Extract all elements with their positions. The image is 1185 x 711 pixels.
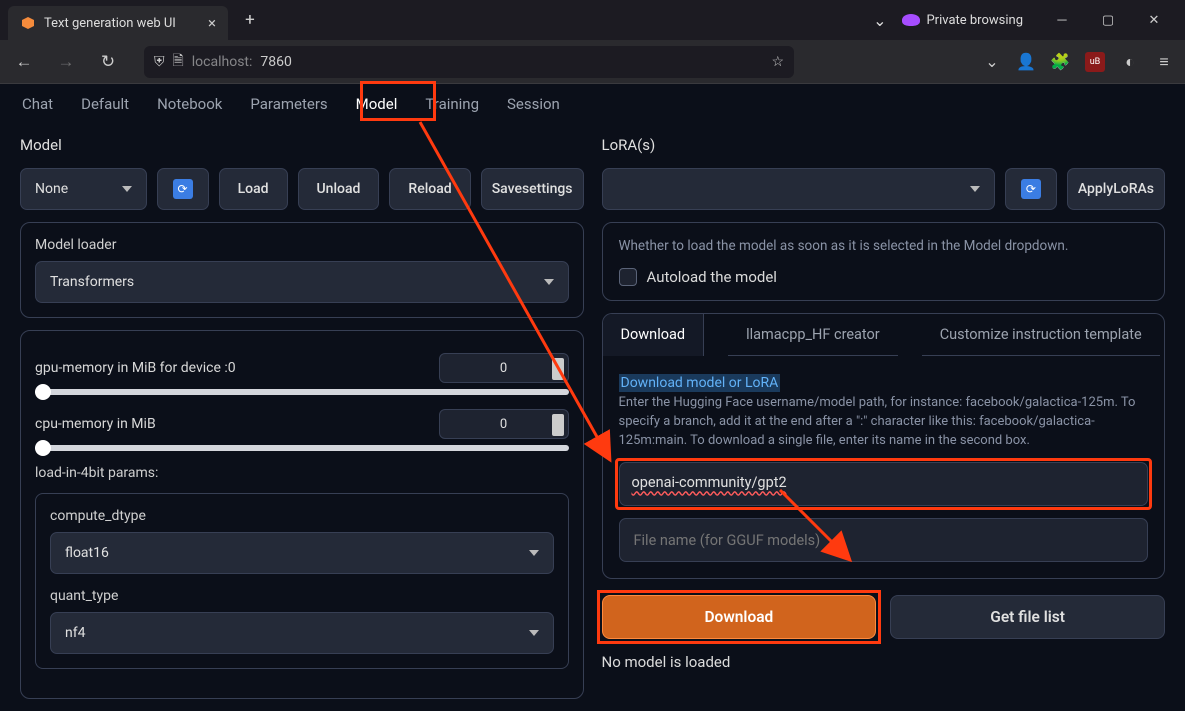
autoload-checkbox[interactable] bbox=[619, 268, 637, 286]
account-icon[interactable]: 👤 bbox=[1017, 53, 1035, 71]
subtab-llamacpp[interactable]: llamacpp_HF creator bbox=[728, 314, 898, 356]
url-port: 7860 bbox=[260, 54, 291, 70]
app-tab-bar: Chat Default Notebook Parameters Model T… bbox=[0, 84, 1185, 124]
load-button[interactable]: Load bbox=[219, 168, 288, 210]
tab-session[interactable]: Session bbox=[507, 87, 560, 121]
pocket-icon[interactable]: ⌄ bbox=[983, 53, 1001, 71]
autoload-info-text: Whether to load the model as soon as it … bbox=[619, 237, 1149, 256]
model-path-input[interactable]: openai-community/gpt2 bbox=[619, 462, 1149, 506]
download-desc: Enter the Hugging Face username/model pa… bbox=[619, 394, 1149, 451]
close-icon[interactable]: × bbox=[208, 14, 216, 32]
unload-button[interactable]: Unload bbox=[298, 168, 380, 210]
tab-model[interactable]: Model bbox=[356, 87, 398, 121]
browser-tab[interactable]: Text generation web UI × bbox=[8, 6, 228, 40]
model-loader-dropdown[interactable]: Transformers bbox=[35, 261, 569, 303]
tab-default[interactable]: Default bbox=[81, 87, 129, 121]
tab-title: Text generation web UI bbox=[44, 16, 176, 31]
gpu-memory-label: gpu-memory in MiB for device :0 bbox=[35, 360, 236, 376]
refresh-models-button[interactable]: ⟳ bbox=[157, 168, 209, 210]
url-host: localhost: bbox=[192, 54, 253, 70]
model-loader-panel: Model loader Transformers bbox=[20, 222, 584, 318]
app-menu-icon[interactable]: ≡ bbox=[1155, 53, 1173, 71]
cpu-memory-label: cpu-memory in MiB bbox=[35, 416, 156, 432]
browser-toolbar: ← → ↻ ⛨ 🗎 localhost: 7860 ☆ ⌄ 👤 🧩 uB ◐ ≡ bbox=[0, 40, 1185, 84]
refresh-loras-button[interactable]: ⟳ bbox=[1005, 168, 1057, 210]
gpu-memory-slider[interactable] bbox=[35, 389, 569, 395]
subtab-download[interactable]: Download bbox=[603, 314, 705, 356]
close-window-button[interactable]: ✕ bbox=[1131, 0, 1177, 40]
cpu-memory-slider[interactable] bbox=[35, 445, 569, 451]
tab-notebook[interactable]: Notebook bbox=[157, 87, 222, 121]
quant-type-label: quant_type bbox=[50, 588, 554, 604]
new-tab-button[interactable]: + bbox=[236, 6, 264, 34]
maximize-button[interactable]: ▢ bbox=[1085, 0, 1131, 40]
bookmark-star-icon[interactable]: ☆ bbox=[771, 54, 784, 70]
lora-dropdown[interactable] bbox=[602, 168, 995, 210]
memory-panel: gpu-memory in MiB for device :0 0 cpu-me… bbox=[20, 330, 584, 699]
get-file-list-button[interactable]: Get file list bbox=[890, 595, 1165, 639]
tab-training[interactable]: Training bbox=[425, 87, 479, 121]
ublock-icon[interactable]: uB bbox=[1085, 52, 1105, 72]
tab-parameters[interactable]: Parameters bbox=[250, 87, 327, 121]
download-subtabs: Download llamacpp_HF creator Customize i… bbox=[602, 313, 1166, 356]
compute-dtype-label: compute_dtype bbox=[50, 508, 554, 524]
fourbit-panel: compute_dtype float16 quant_type nf4 bbox=[35, 493, 569, 669]
model-loader-label: Model loader bbox=[35, 237, 569, 253]
autoload-panel: Whether to load the model as soon as it … bbox=[602, 222, 1166, 301]
tab-favicon bbox=[20, 15, 36, 31]
download-button[interactable]: Download bbox=[602, 595, 877, 639]
private-browsing-badge: Private browsing bbox=[902, 13, 1023, 28]
tab-chat[interactable]: Chat bbox=[22, 87, 53, 121]
mask-icon bbox=[902, 14, 920, 26]
back-button[interactable]: ← bbox=[8, 46, 40, 78]
filename-input[interactable] bbox=[619, 518, 1149, 562]
download-panel: Download model or LoRA Enter the Hugging… bbox=[602, 356, 1166, 580]
quant-type-dropdown[interactable]: nf4 bbox=[50, 612, 554, 654]
address-bar[interactable]: ⛨ 🗎 localhost: 7860 ☆ bbox=[144, 46, 794, 78]
download-title: Download model or LoRA bbox=[619, 374, 781, 392]
model-label: Model bbox=[20, 136, 584, 154]
apply-loras-button[interactable]: ApplyLoRAs bbox=[1067, 168, 1165, 210]
left-column: Model None ⟳ Load Unload Reload Savesett… bbox=[20, 136, 584, 699]
site-info-icon: 🗎 bbox=[173, 50, 184, 74]
compute-dtype-dropdown[interactable]: float16 bbox=[50, 532, 554, 574]
fourbit-label: load-in-4bit params: bbox=[35, 465, 569, 481]
shield-icon: ⛨ bbox=[154, 54, 165, 70]
gpu-memory-value[interactable]: 0 bbox=[439, 353, 569, 383]
lora-label: LoRA(s) bbox=[602, 136, 1166, 154]
tab-overflow-icon[interactable]: ⌄ bbox=[873, 11, 886, 30]
right-column: LoRA(s) ⟳ ApplyLoRAs Whether to load the… bbox=[602, 136, 1166, 699]
extension-icon[interactable]: ◐ bbox=[1121, 53, 1139, 71]
extensions-icon[interactable]: 🧩 bbox=[1051, 53, 1069, 71]
minimize-button[interactable]: ─ bbox=[1039, 0, 1085, 40]
subtab-customize[interactable]: Customize instruction template bbox=[922, 314, 1160, 356]
reload-browser-button[interactable]: ↻ bbox=[92, 46, 124, 78]
model-dropdown[interactable]: None bbox=[20, 168, 147, 210]
reload-button[interactable]: Reload bbox=[389, 168, 470, 210]
save-settings-button[interactable]: Savesettings bbox=[481, 168, 584, 210]
autoload-label: Autoload the model bbox=[647, 268, 777, 286]
browser-titlebar: Text generation web UI × + ⌄ Private bro… bbox=[0, 0, 1185, 40]
forward-button[interactable]: → bbox=[50, 46, 82, 78]
status-message: No model is loaded bbox=[602, 653, 1166, 671]
cpu-memory-value[interactable]: 0 bbox=[439, 409, 569, 439]
